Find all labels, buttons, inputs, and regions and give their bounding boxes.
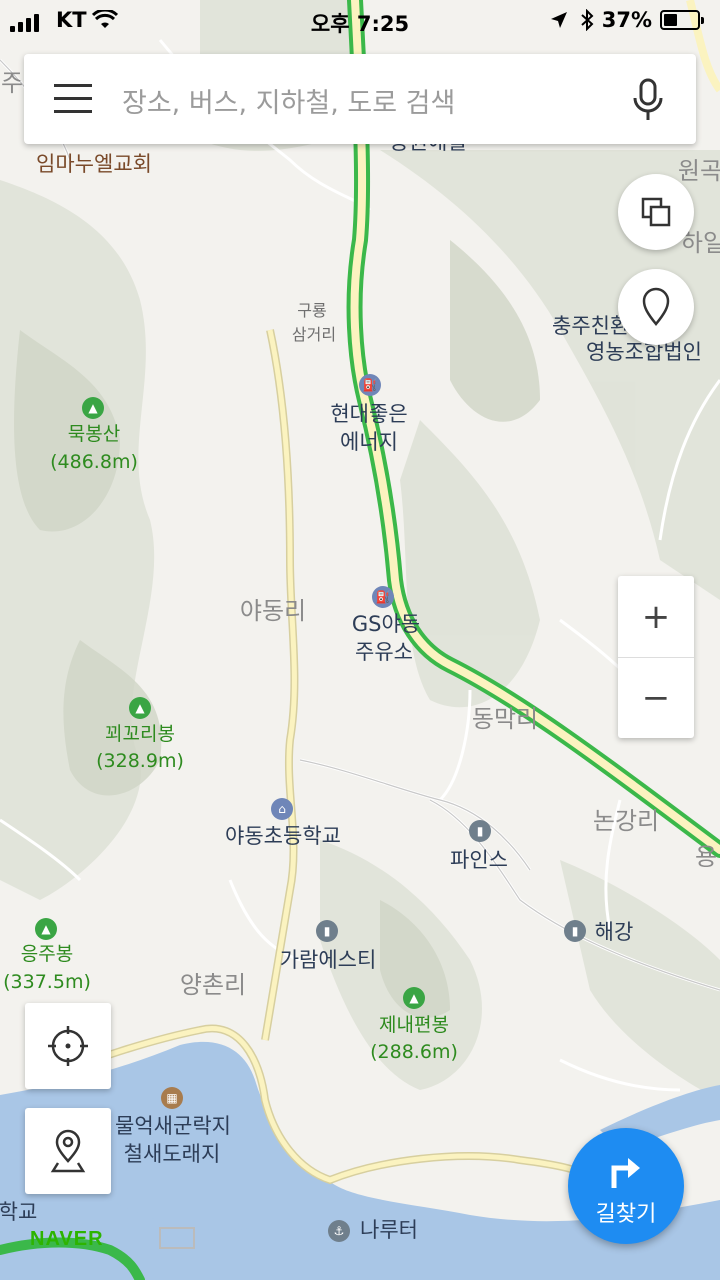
map-label-intersection: 구룡: [297, 301, 327, 320]
bluetooth-icon: [581, 9, 594, 31]
building-icon[interactable]: ▮: [316, 920, 338, 942]
zoom-in-button[interactable]: +: [618, 576, 694, 657]
gas-station-icon[interactable]: ⛽: [359, 374, 381, 396]
map-label-poi[interactable]: 물억새군락지: [115, 1114, 231, 1138]
microphone-icon[interactable]: [628, 76, 668, 124]
map-label-area: 동막리: [471, 705, 539, 733]
saved-places-button[interactable]: [25, 1108, 111, 1194]
building-icon[interactable]: ▮: [469, 820, 491, 842]
layers-icon: [641, 197, 671, 227]
school-icon[interactable]: ⌂: [271, 798, 293, 820]
map-label-area: 용: [694, 843, 718, 871]
map-pin-icon: [50, 1129, 86, 1173]
map-label-poi[interactable]: 가람에스티: [280, 948, 377, 972]
map-label-mountain[interactable]: 제내편봉: [379, 1014, 449, 1037]
map-label-poi[interactable]: 학교: [0, 1200, 37, 1224]
map-label-poi[interactable]: 해강: [595, 920, 634, 944]
zoom-out-button[interactable]: −: [618, 657, 694, 738]
battery-icon: [660, 10, 704, 30]
map-label-mountain[interactable]: (337.5m): [3, 971, 91, 994]
map-label-poi[interactable]: 현대좋은: [330, 402, 407, 426]
naver-logo: NAVER: [30, 1228, 104, 1250]
menu-icon[interactable]: [54, 84, 92, 114]
map-label-poi[interactable]: GS야동: [352, 612, 420, 636]
map-label-mountain[interactable]: (328.9m): [96, 750, 184, 773]
map-app: ⛽ ⛽ ⌂ ▮ ▮ ▮ ▲ ▲ ▲ ▲ ▦ ⚓ 임마누엘교회 주 중원애월 원곡…: [0, 0, 720, 1280]
crosshair-icon: [48, 1026, 88, 1066]
mountain-icon[interactable]: ▲: [35, 918, 57, 940]
map-label-poi[interactable]: 주유소: [355, 640, 413, 664]
map-label-area: 원곡: [677, 157, 720, 185]
mountain-icon[interactable]: ▲: [129, 697, 151, 719]
mountain-icon[interactable]: ▲: [403, 987, 425, 1009]
my-location-button[interactable]: [25, 1003, 111, 1089]
map-label-mountain[interactable]: 응주봉: [21, 943, 73, 966]
zoom-controls: + −: [618, 576, 694, 738]
map-label-mountain[interactable]: 꾀꼬리봉: [105, 723, 175, 746]
landmark-icon[interactable]: ▦: [161, 1087, 183, 1109]
gas-station-icon[interactable]: ⛽: [372, 586, 394, 608]
location-pin-icon: [642, 287, 670, 326]
map-label-area: 주: [0, 69, 24, 97]
map-label-mountain[interactable]: 묵봉산: [68, 423, 120, 446]
map-label-mountain[interactable]: (288.6m): [370, 1041, 458, 1064]
map-label-poi[interactable]: 에너지: [340, 430, 398, 454]
map-label-poi[interactable]: 영농조합법인: [586, 340, 702, 364]
layers-button[interactable]: [618, 174, 694, 250]
search-bar[interactable]: 장소, 버스, 지하철, 도로 검색: [24, 54, 696, 144]
place-pin-button[interactable]: [618, 269, 694, 345]
directions-button[interactable]: 길찾기: [568, 1128, 684, 1244]
building-icon[interactable]: ▮: [564, 920, 586, 942]
map-label-area: 논강리: [592, 807, 660, 835]
map-label-poi[interactable]: 나루터: [360, 1218, 418, 1242]
map-label-poi[interactable]: 야동초등학교: [225, 824, 341, 848]
map-label-poi[interactable]: 철새도래지: [124, 1142, 221, 1166]
mountain-icon[interactable]: ▲: [82, 397, 104, 419]
map-label-mountain[interactable]: (486.8m): [50, 451, 138, 474]
map-label-area: 야동리: [239, 597, 307, 625]
map-label-poi[interactable]: 파인스: [450, 848, 508, 872]
directions-label: 길찾기: [595, 1202, 657, 1227]
map-label-church[interactable]: 임마누엘교회: [36, 152, 152, 176]
status-bar: KT 오후 7:25 37%: [0, 0, 720, 40]
location-arrow-icon: [551, 12, 567, 28]
search-input[interactable]: 장소, 버스, 지하철, 도로 검색: [122, 81, 455, 120]
map-label-area: 양촌리: [179, 971, 247, 999]
battery-percent: 37%: [601, 8, 652, 32]
map-label-intersection: 삼거리: [291, 325, 337, 344]
ferry-icon[interactable]: ⚓: [328, 1220, 350, 1242]
turn-right-arrow-icon: [611, 1158, 640, 1188]
